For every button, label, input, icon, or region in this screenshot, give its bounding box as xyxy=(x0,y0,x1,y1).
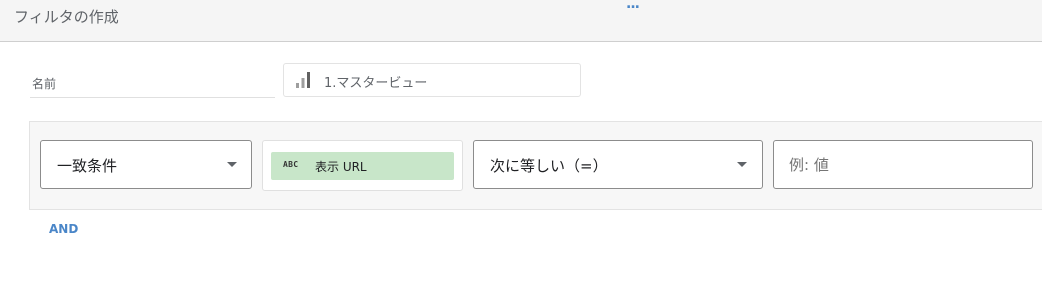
chevron-down-icon xyxy=(227,162,237,167)
name-input-underline[interactable] xyxy=(30,97,275,98)
dialog-header: フィルタの作成 ... xyxy=(0,0,1042,42)
text-type-icon: ABC xyxy=(283,160,299,169)
dimension-selector: ABC 表示 URL xyxy=(262,140,463,191)
name-field-label: 名前 xyxy=(32,77,57,91)
page-title: フィルタの作成 xyxy=(14,8,119,26)
dimension-chip[interactable]: ABC 表示 URL xyxy=(271,152,454,180)
operator-dropdown[interactable]: 次に等しい（=） xyxy=(473,140,763,189)
chevron-down-icon xyxy=(737,162,747,167)
match-type-dropdown[interactable]: 一致条件 xyxy=(40,140,252,189)
add-and-condition-button[interactable]: AND xyxy=(49,222,78,236)
view-selector: 1.マスタービュー xyxy=(283,63,581,97)
match-type-value: 一致条件 xyxy=(57,157,118,175)
bar-chart-icon xyxy=(296,72,310,88)
operator-value: 次に等しい（=） xyxy=(490,157,608,175)
dimension-label: 表示 URL xyxy=(315,160,367,174)
value-input[interactable] xyxy=(773,140,1033,189)
view-name: 1.マスタービュー xyxy=(324,76,428,91)
more-options-icon[interactable]: ... xyxy=(626,0,640,12)
